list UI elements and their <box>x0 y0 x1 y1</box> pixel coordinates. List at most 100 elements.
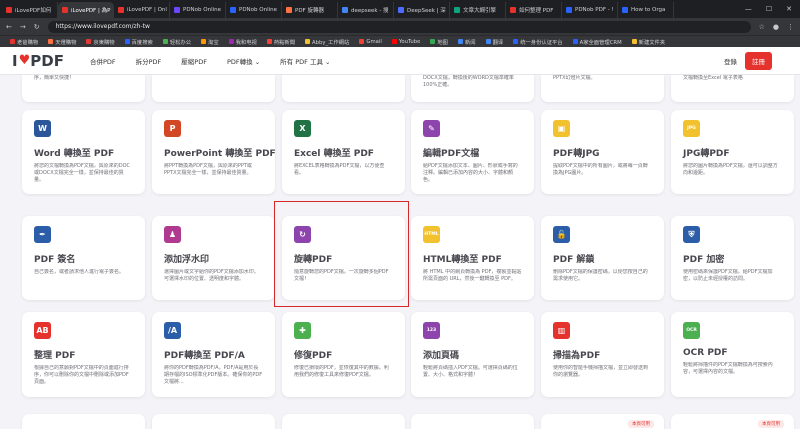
browser-tab[interactable]: PDNob Online <box>226 2 282 18</box>
reload-icon[interactable]: ↻ <box>34 23 40 31</box>
tool-card[interactable]: ▥ 掃描為PDF 使用你的智能手機掃描文檔，並立即發送到你的瀏覽器。 <box>541 312 664 397</box>
bookmark-item[interactable]: Gmail <box>359 39 382 45</box>
bookmark-item[interactable]: A家全面管理CRM <box>572 38 622 46</box>
bookmark-item[interactable]: 统一身份认证平台 <box>513 38 563 46</box>
tool-card-partial[interactable]: PPTX幻燈片文檔。 <box>541 75 664 102</box>
close-icon[interactable]: ✕ <box>786 5 792 13</box>
profile-icon[interactable]: ● <box>773 23 779 31</box>
browser-tab[interactable]: How to Orga <box>618 2 674 18</box>
login-button[interactable]: 登錄 <box>724 56 737 66</box>
tool-card-partial[interactable] <box>282 414 405 429</box>
bookmark-item[interactable]: 翻译 <box>485 38 503 46</box>
bookmark-label: YouTube <box>398 38 421 45</box>
tool-icon: ♟ <box>164 226 181 243</box>
bookmark-item[interactable]: 地图 <box>430 38 448 46</box>
browser-tab[interactable]: PDNob PDF - ! <box>562 2 618 18</box>
bookmark-item[interactable]: 老爸購物 <box>10 38 38 46</box>
tab-favicon-icon <box>286 7 292 13</box>
bookmark-item[interactable]: YouTube <box>391 38 421 45</box>
tool-card[interactable]: JPG JPG轉PDF 將您的圖片轉換為PDF文檔，還可以調整方向和邊距。 <box>671 110 794 194</box>
bookmark-favicon-icon <box>10 39 15 44</box>
browser-tab[interactable]: PDF 旋轉器 <box>282 2 338 18</box>
bookmark-star-icon[interactable]: ☆ <box>759 23 765 31</box>
browser-tab[interactable]: DeepSeek | 深 <box>394 2 450 18</box>
tool-card-partial[interactable] <box>152 414 275 429</box>
tool-card-partial[interactable]: 本頁可用 <box>541 414 664 429</box>
bookmark-item[interactable]: 轻松办公 <box>162 38 191 46</box>
tool-card-partial[interactable]: DOCX文檔，轉換後的WORD文檔準確率100%正確。 <box>411 75 534 102</box>
tab-label: iLovePDF | 為P <box>71 8 111 14</box>
bookmark-favicon-icon <box>228 39 234 44</box>
forward-icon[interactable]: → <box>20 23 26 31</box>
bookmark-label: 新建文件夹 <box>638 39 666 46</box>
tool-card-partial[interactable] <box>411 414 534 429</box>
bookmark-favicon-icon <box>513 39 519 44</box>
tab-favicon-icon <box>454 7 460 13</box>
tool-card[interactable]: OCR OCR PDF 輕鬆將掃描件的PDF文檔轉換為可搜索內容，可選擇內容的文檔。 <box>671 312 794 397</box>
tool-card-partial[interactable] <box>22 414 145 429</box>
tool-card[interactable]: AB 整理 PDF 根據自己的意願對PDF文檔中的頁面進行排序，你可以刪除你的文檔中… <box>22 312 145 397</box>
tool-card[interactable]: ♟ 添加浮水印 選擇圖片或文字給你的PDF文檔添加水印。可選擇水印的位置、透明度和字… <box>152 216 275 300</box>
browser-tab[interactable]: deepseek - 搜 <box>338 2 394 18</box>
nav-all-tools[interactable]: 所有 PDF 工具 ⌄ <box>280 56 330 66</box>
maximize-icon[interactable]: ☐ <box>766 5 772 13</box>
tool-card[interactable]: 🔓 PDF 解鎖 刪除PDF文檔的保護密碼，以便您按自己的需求使用它。 <box>541 216 664 300</box>
tool-icon: ✚ <box>294 322 311 339</box>
tool-card[interactable]: ▣ PDF轉JPG 提取PDF文檔中的所有圖片，或將每一頁轉換為JPG圖片。 <box>541 110 664 194</box>
tool-card[interactable]: /A PDF轉換至 PDF/A 將你的PDF轉換為PDF/A，PDF/A是用於長期存… <box>152 312 275 397</box>
tool-card-partial[interactable]: 序，簡單又快捷！ <box>22 75 145 102</box>
tool-card-desc: 修復已損壞的PDF，並恢復其中的數據。利用我們的修復工具來修復PDF文檔。 <box>294 365 389 378</box>
signup-button[interactable]: 註冊 <box>745 51 772 70</box>
tab-label: 如何整理 PDF <box>519 8 554 14</box>
tool-card-partial[interactable] <box>282 75 405 102</box>
tool-card-partial[interactable] <box>152 75 275 102</box>
rotate-pdf-highlight-box <box>274 201 409 307</box>
bookmark-label: 天燈購物 <box>55 39 77 46</box>
tool-icon: OCR <box>683 322 700 339</box>
nav-convert-pdf[interactable]: PDF轉換 ⌄ <box>227 56 260 66</box>
tab-favicon-icon <box>510 7 516 13</box>
tool-card[interactable]: W Word 轉換至 PDF 將您的文檔轉換為PDF文檔，與原來的DOC或DOCX文… <box>22 110 145 194</box>
browser-tab[interactable]: iLovePDF如何 <box>2 2 58 18</box>
tool-card-desc: 將您的文檔轉換為PDF文檔，與原來的DOC或DOCX文檔完全一樣，並保持最佳的質… <box>34 163 131 183</box>
tool-card-partial[interactable]: 本頁可用 <box>671 414 794 429</box>
browser-tab[interactable]: iLovePDF | 為P <box>58 2 114 18</box>
tool-card[interactable]: ⛨ PDF 加密 使用密碼來保護PDF文檔。給PDF文檔加密，以防止未經授權的訪問。 <box>671 216 794 300</box>
browser-tab[interactable]: PDNob Online <box>170 2 226 18</box>
tool-card[interactable]: HTML HTML轉換至 PDF 將 HTML 中的網頁轉換為 PDF，複製並黏貼所… <box>411 216 534 300</box>
bookmark-item[interactable]: 天燈購物 <box>48 38 76 46</box>
tool-card-desc: 使用密碼來保護PDF文檔。給PDF文檔加密，以防止未經授權的訪問。 <box>683 269 773 282</box>
tool-card-desc: 給PDF文檔添加文本、圖片、形狀或手寫的注釋。編輯已添加內容的大小、字體和顏色。 <box>423 163 518 183</box>
back-icon[interactable]: ← <box>6 23 12 31</box>
nav-split-pdf[interactable]: 拆分PDF <box>136 56 162 66</box>
tool-card[interactable]: 123 添加頁碼 輕鬆將頁碼插入PDF文檔。可選擇頁碼的位置、大小、格式和字體！ <box>411 312 534 397</box>
bookmark-item[interactable]: 淘宝 <box>201 38 219 46</box>
bookmark-item[interactable]: 我和电视 <box>228 38 257 46</box>
nav-compress-pdf[interactable]: 壓縮PDF <box>181 56 207 66</box>
nav-merge-pdf[interactable]: 合併PDF <box>90 56 116 66</box>
ilovepdf-logo[interactable]: I ♥ PDF <box>12 52 64 70</box>
bookmark-item[interactable]: Abby_工作網站 <box>305 38 349 46</box>
tab-label: DeepSeek | 深 <box>407 8 446 14</box>
bookmark-item[interactable]: 京東購物 <box>86 38 115 46</box>
bookmark-favicon-icon <box>430 39 436 44</box>
bookmark-item[interactable]: 百度搜索 <box>124 38 153 46</box>
bookmark-item[interactable]: 新闻 <box>457 38 476 46</box>
tool-card[interactable]: P PowerPoint 轉換至 PDF 將PPT轉換為PDF文檔，與原來的PPT或… <box>152 110 276 194</box>
menu-icon[interactable]: ⋮ <box>787 23 794 31</box>
minimize-icon[interactable]: — <box>745 5 752 13</box>
url-field[interactable]: https://www.ilovepdf.com/zh-tw <box>47 20 751 33</box>
tool-card[interactable]: ✚ 修復PDF 修復已損壞的PDF，並恢復其中的數據。利用我們的修復工具來修復PDF… <box>282 312 405 397</box>
tool-card[interactable]: ✎ 編輯PDF文檔 給PDF文檔添加文本、圖片、形狀或手寫的注釋。編輯已添加內容的大… <box>411 110 534 194</box>
browser-tab[interactable]: 文章大綱引擎 <box>450 2 506 18</box>
bookmark-favicon-icon <box>631 39 637 44</box>
bookmark-favicon-icon <box>485 39 491 44</box>
browser-tab[interactable]: 如何整理 PDF <box>506 2 562 18</box>
tool-card[interactable]: X Excel 轉換至 PDF 將EXCEL表格轉換為PDF文檔，以方便查看。 <box>282 110 405 194</box>
bookmark-favicon-icon <box>48 39 54 44</box>
browser-tab[interactable]: iLovePDF | Onl <box>114 2 170 18</box>
tool-card[interactable]: ✒ PDF 簽名 自己簽名，或者請求他人進行電子簽名。 <box>22 216 145 300</box>
tool-card-partial[interactable]: 文檔轉換至Excel 電子表格 <box>671 75 794 102</box>
bookmark-item[interactable]: 熱點新聞 <box>266 38 295 46</box>
bookmark-item[interactable]: 新建文件夹 <box>631 38 666 46</box>
